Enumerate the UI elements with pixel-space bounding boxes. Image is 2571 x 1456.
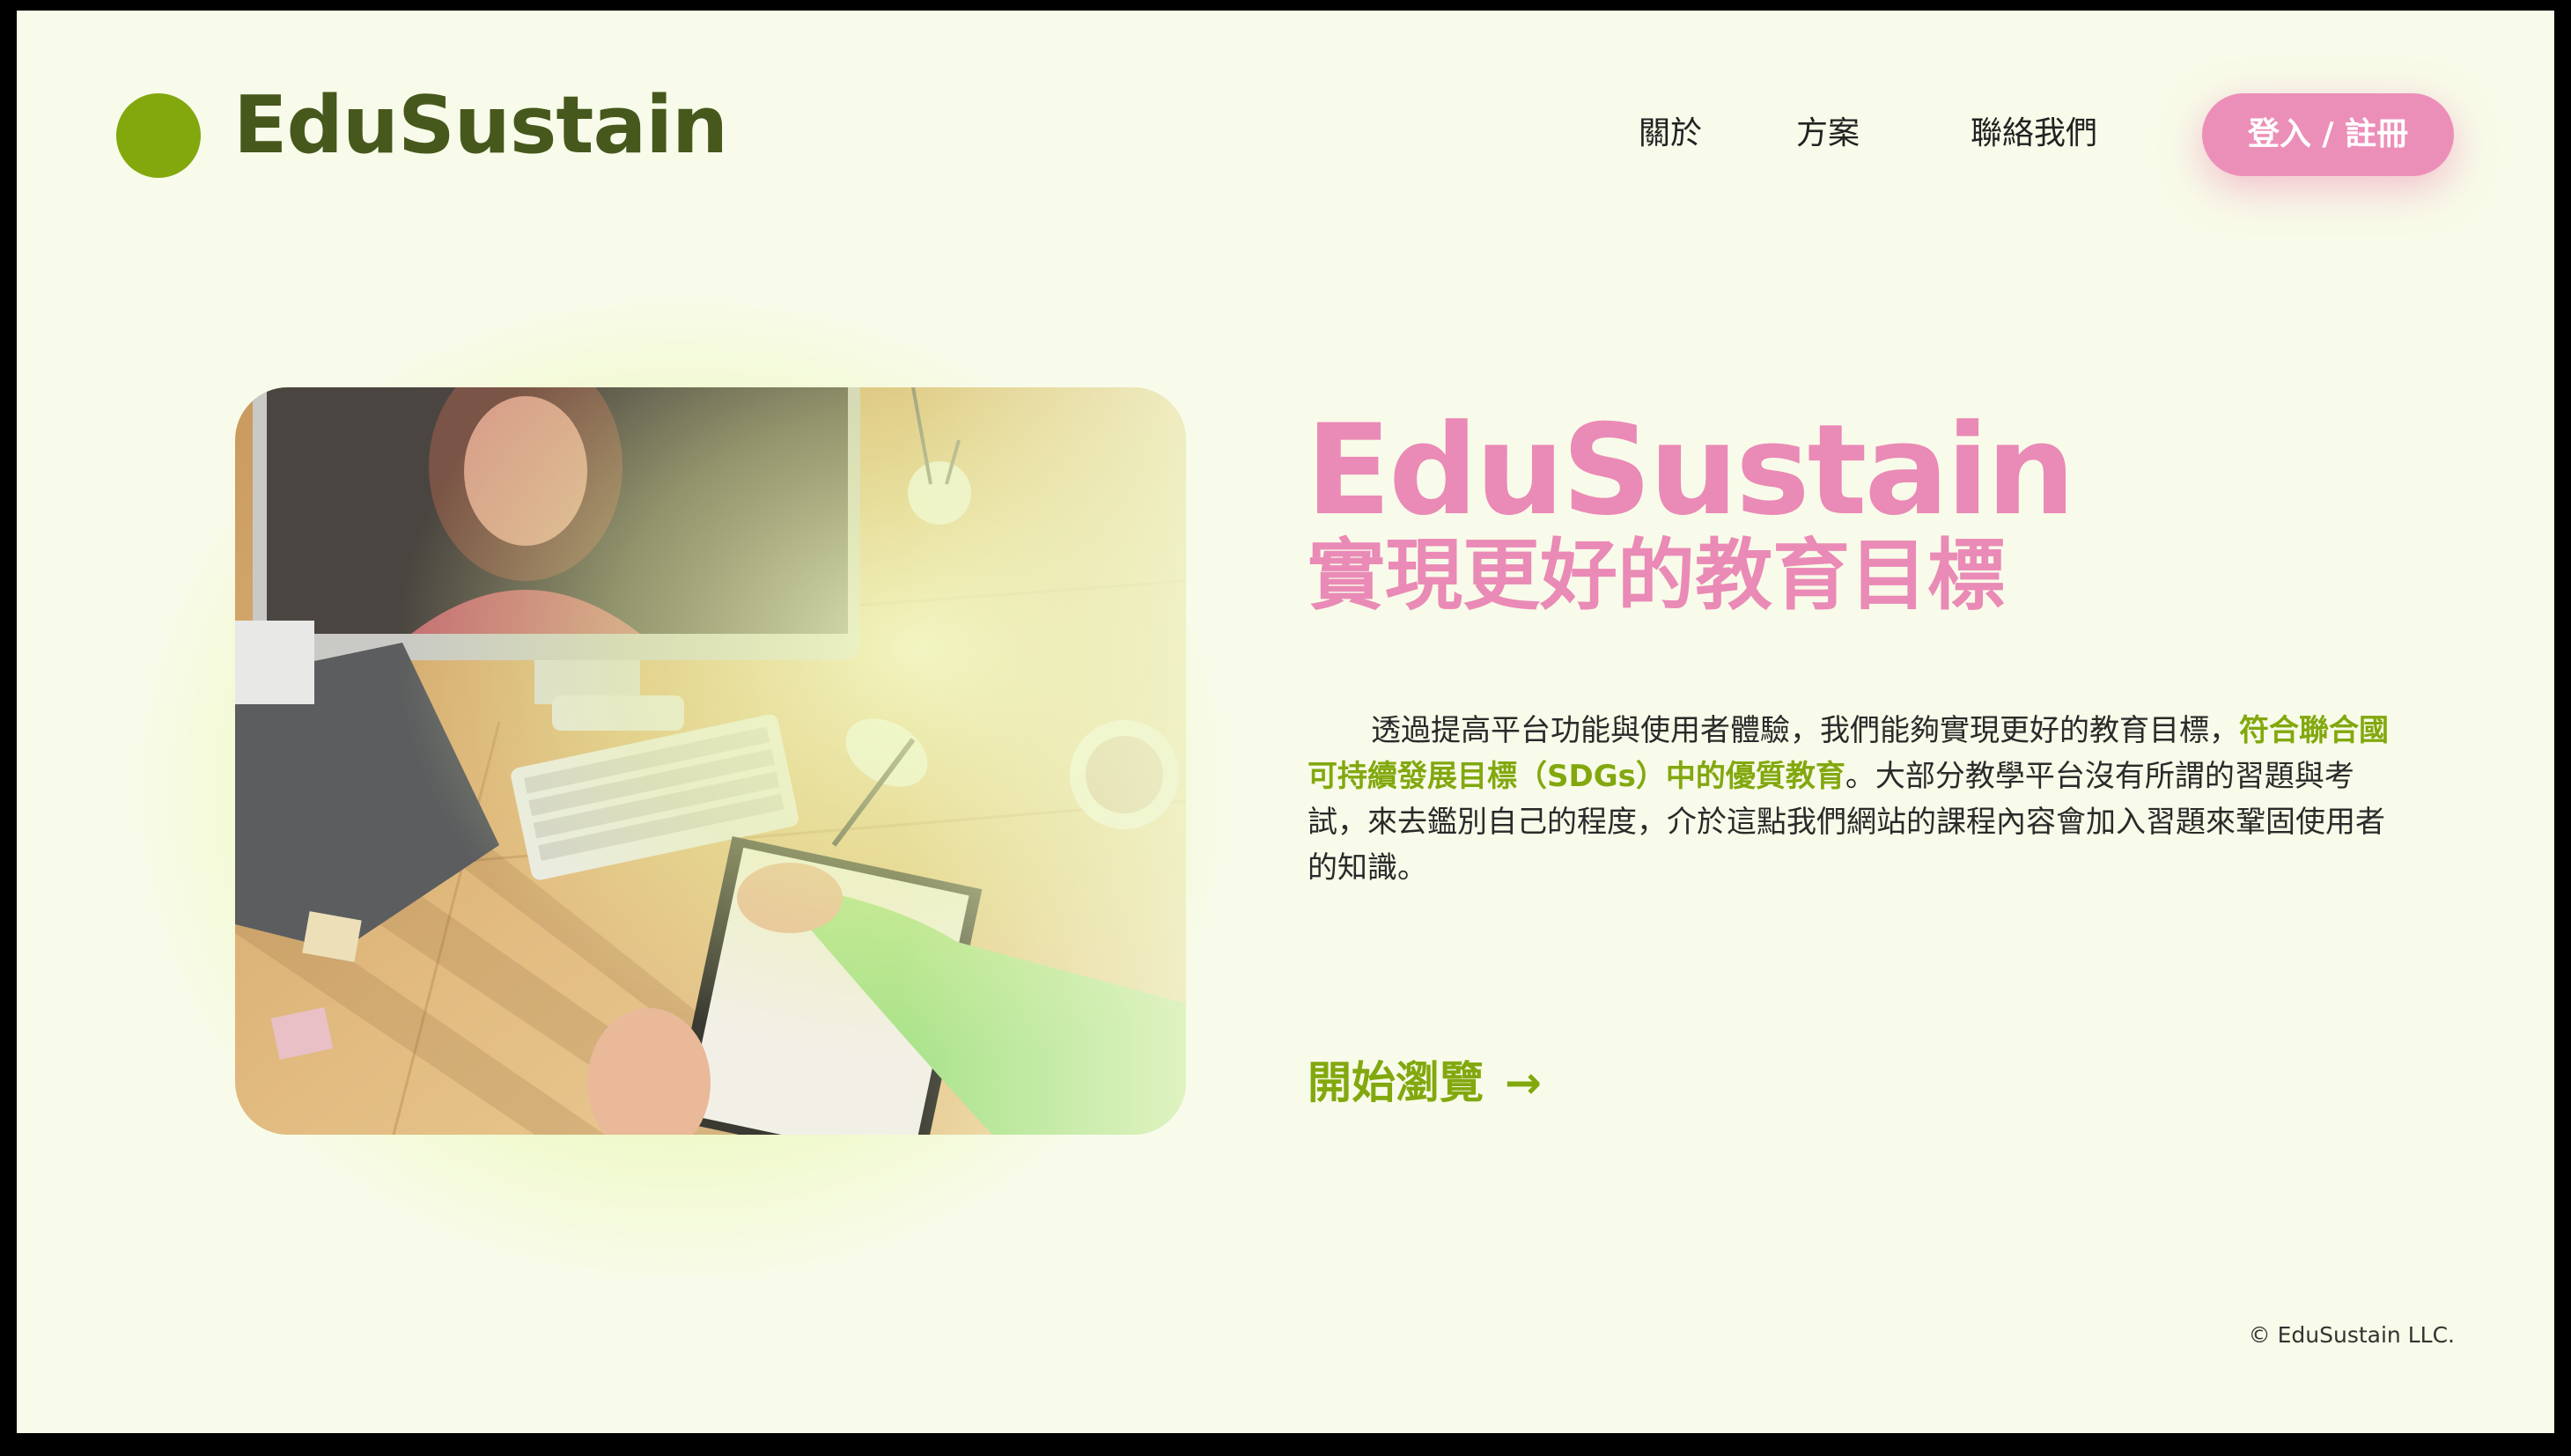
hero-title: EduSustain	[1306, 398, 2075, 543]
page: EduSustain 關於 方案 聯絡我們 登入 / 註冊 EduSustain…	[17, 11, 2554, 1433]
nav-about[interactable]: 關於	[1639, 118, 1702, 150]
desk-photo-illustration	[235, 387, 1186, 1135]
arrow-right-icon: →	[1505, 1057, 1542, 1108]
logo-circle-icon[interactable]	[116, 93, 201, 178]
hero-subtitle: 實現更好的教育目標	[1308, 530, 2006, 621]
start-browsing-link[interactable]: 開始瀏覽 →	[1308, 1061, 1542, 1105]
hero-description: 透過提高平台功能與使用者體驗，我們能夠實現更好的教育目標，符合聯合國可持續發展目…	[1308, 708, 2399, 891]
login-register-button[interactable]: 登入 / 註冊	[2202, 93, 2454, 176]
start-browsing-label: 開始瀏覽	[1308, 1057, 1484, 1108]
copyright-text: © EduSustain LLC.	[2248, 1322, 2455, 1348]
hero-image	[235, 387, 1186, 1135]
nav-contact[interactable]: 聯絡我們	[1971, 118, 2097, 150]
nav-plans[interactable]: 方案	[1796, 118, 1860, 150]
logo-text[interactable]: EduSustain	[233, 86, 728, 165]
hero-desc-part1: 透過提高平台功能與使用者體驗，我們能夠實現更好的教育目標，	[1371, 713, 2239, 748]
